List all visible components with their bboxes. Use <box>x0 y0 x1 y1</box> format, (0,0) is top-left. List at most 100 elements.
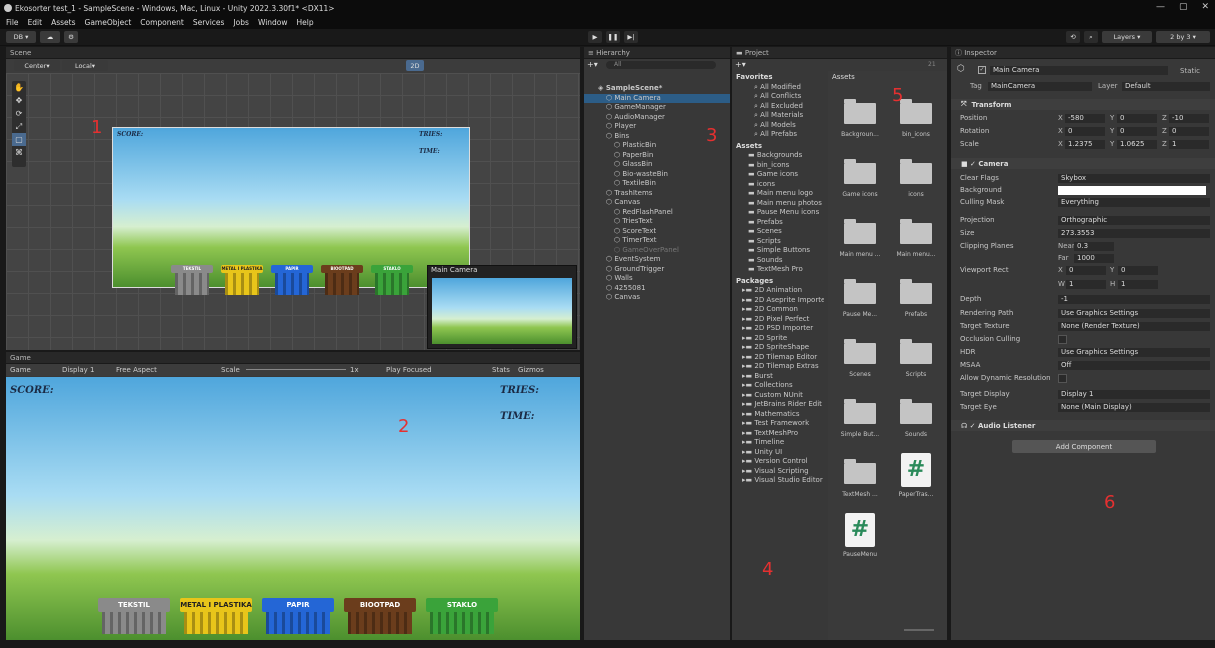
tree-item[interactable]: ▸▬ Visual Scripting <box>742 467 824 476</box>
layer-dropdown[interactable]: Default <box>1122 82 1210 91</box>
tree-item[interactable]: ▬ Simple Buttons <box>748 246 824 255</box>
transform-position-z-field[interactable]: -10 <box>1169 114 1209 123</box>
game-mode-dropdown[interactable]: Game <box>10 366 31 374</box>
play-icon[interactable]: ▶ <box>588 31 602 43</box>
tree-item[interactable]: ▸▬ 2D Aseprite Importe <box>742 296 824 305</box>
account-dropdown[interactable]: DB ▾ <box>6 31 36 43</box>
tree-item[interactable]: ⌕ All Models <box>754 121 824 130</box>
step-icon[interactable]: ▶| <box>624 31 638 43</box>
display-dropdown[interactable]: Display 1 <box>62 366 94 374</box>
gizmos-dropdown[interactable]: Gizmos <box>518 366 544 374</box>
tree-item[interactable]: ▸▬ 2D Pixel Perfect <box>742 315 824 324</box>
viewport-h-field[interactable]: 1 <box>1118 280 1158 289</box>
bin-1[interactable]: TEKSTIL <box>98 598 170 634</box>
hierarchy-search-input[interactable]: All <box>606 61 716 69</box>
tree-item[interactable]: ▸▬ Timeline <box>742 438 824 447</box>
tree-item[interactable]: ⌕ All Prefabs <box>754 130 824 139</box>
transform-rotation-x-field[interactable]: 0 <box>1065 127 1105 136</box>
hierarchy-item[interactable]: ⬡ GlassBin <box>584 160 730 169</box>
game-tab[interactable]: Game <box>6 352 580 364</box>
tree-item[interactable]: ⌕ All Modified <box>754 83 824 92</box>
tree-item[interactable]: ▸▬ 2D Animation <box>742 286 824 295</box>
project-tab[interactable]: ▬ Project <box>732 47 947 59</box>
far-field[interactable]: 1000 <box>1074 254 1114 263</box>
hierarchy-item[interactable]: ⬡ PaperBin <box>584 151 730 160</box>
hierarchy-item[interactable]: ⬡ RedFlashPanel <box>584 208 730 217</box>
transform-scale-z-field[interactable]: 1 <box>1169 140 1209 149</box>
tree-item[interactable]: ▬ bin_icons <box>748 161 824 170</box>
tree-section-header[interactable]: Packages <box>736 277 773 286</box>
play-focused-dropdown[interactable]: Play Focused <box>386 366 432 374</box>
menu-services[interactable]: Services <box>193 18 225 27</box>
menu-edit[interactable]: Edit <box>28 18 43 27</box>
checkbox[interactable] <box>1058 374 1067 383</box>
tree-item[interactable]: ⌕ All Conflicts <box>754 92 824 101</box>
folder-icon[interactable] <box>900 339 932 364</box>
hierarchy-item[interactable]: ⬡ Bio-wasteBin <box>584 170 730 179</box>
hierarchy-item[interactable]: ⬡ TextileBin <box>584 179 730 188</box>
bin-2[interactable]: METAL I PLASTIKA <box>221 265 263 295</box>
pause-icon[interactable]: ❚❚ <box>606 31 620 43</box>
tree-item[interactable]: ▬ TextMesh Pro <box>748 265 824 274</box>
collab-icon[interactable]: ⚙ <box>64 31 78 43</box>
menu-component[interactable]: Component <box>140 18 184 27</box>
tree-item[interactable]: ▬ Scripts <box>748 237 824 246</box>
project-add-icon[interactable]: +▾ <box>735 60 746 69</box>
viewport-w-field[interactable]: 1 <box>1066 280 1106 289</box>
csharp-script-icon[interactable]: # <box>845 513 875 547</box>
menu-gameobject[interactable]: GameObject <box>85 18 132 27</box>
near-field[interactable]: 0.3 <box>1074 242 1114 251</box>
tree-item[interactable]: ▬ Game icons <box>748 170 824 179</box>
transform-rotation-y-field[interactable]: 0 <box>1117 127 1157 136</box>
inspector-tab[interactable]: ⓘ Inspector <box>951 47 1215 59</box>
hierarchy-item[interactable]: ⬡ 4255081 <box>584 284 730 293</box>
menu-assets[interactable]: Assets <box>51 18 75 27</box>
folder-icon[interactable] <box>900 399 932 424</box>
tree-item[interactable]: ▸▬ Test Framework <box>742 419 824 428</box>
folder-icon[interactable] <box>900 159 932 184</box>
stats-button[interactable]: Stats <box>492 366 510 374</box>
background-color-swatch[interactable] <box>1058 186 1206 195</box>
tree-item[interactable]: ⌕ All Materials <box>754 111 824 120</box>
hierarchy-item[interactable]: ⬡ AudioManager <box>584 113 730 122</box>
hierarchy-item[interactable]: ⬡ Walls <box>584 274 730 283</box>
csharp-script-icon[interactable]: # <box>901 453 931 487</box>
hierarchy-item[interactable]: ⬡ EventSystem <box>584 255 730 264</box>
pivot-center-dropdown[interactable]: Center ▾ <box>14 60 60 71</box>
bin-1[interactable]: TEKSTIL <box>171 265 213 295</box>
camera-field-value[interactable]: -1 <box>1058 295 1210 304</box>
bin-5[interactable]: STAKLO <box>371 265 413 295</box>
layers-dropdown[interactable]: Layers ▾ <box>1102 31 1152 43</box>
tag-dropdown[interactable]: MainCamera <box>988 82 1092 91</box>
hierarchy-item[interactable]: ⬡ GameManager <box>584 103 730 112</box>
menu-window[interactable]: Window <box>258 18 288 27</box>
close-icon[interactable]: ✕ <box>1201 2 1209 12</box>
pivot-local-dropdown[interactable]: Local ▾ <box>62 60 108 71</box>
tree-item[interactable]: ▸▬ 2D Common <box>742 305 824 314</box>
folder-icon[interactable] <box>844 399 876 424</box>
folder-icon[interactable] <box>844 279 876 304</box>
scene-background-sprite[interactable]: SCORE: TRIES: TIME: <box>112 127 470 288</box>
tree-item[interactable]: ▸▬ 2D Sprite <box>742 334 824 343</box>
folder-icon[interactable] <box>844 219 876 244</box>
add-icon[interactable]: +▾ <box>587 60 598 69</box>
tree-item[interactable]: ▸▬ Burst <box>742 372 824 381</box>
scale-slider[interactable] <box>246 369 346 370</box>
viewport-y-field[interactable]: 0 <box>1118 266 1158 275</box>
hierarchy-item[interactable]: ⬡ GameOverPanel <box>584 246 730 255</box>
audio-listener-header[interactable]: ☊ ✓ Audio Listener <box>951 420 1215 431</box>
bin-2[interactable]: METAL I PLASTIKA <box>180 598 252 634</box>
tree-item[interactable]: ▬ Prefabs <box>748 218 824 227</box>
bin-5[interactable]: STAKLO <box>426 598 498 634</box>
camera-header[interactable]: ■ ✓ Camera <box>951 158 1215 169</box>
camera-field-value[interactable]: Use Graphics Settings <box>1058 309 1210 318</box>
tree-item[interactable]: ⌕ All Excluded <box>754 102 824 111</box>
hierarchy-tab[interactable]: ≡ Hierarchy <box>584 47 730 59</box>
camera-field-value[interactable]: Skybox <box>1058 174 1210 183</box>
bin-4[interactable]: BIOOTPAD <box>344 598 416 634</box>
transform-position-y-field[interactable]: 0 <box>1117 114 1157 123</box>
transform-scale-x-field[interactable]: 1.2375 <box>1065 140 1105 149</box>
camera-field-value[interactable]: 273.3553 <box>1058 229 1210 238</box>
hierarchy-item[interactable]: ⬡ Main Camera <box>584 93 730 103</box>
camera-field-value[interactable]: None (Render Texture) <box>1058 322 1210 331</box>
